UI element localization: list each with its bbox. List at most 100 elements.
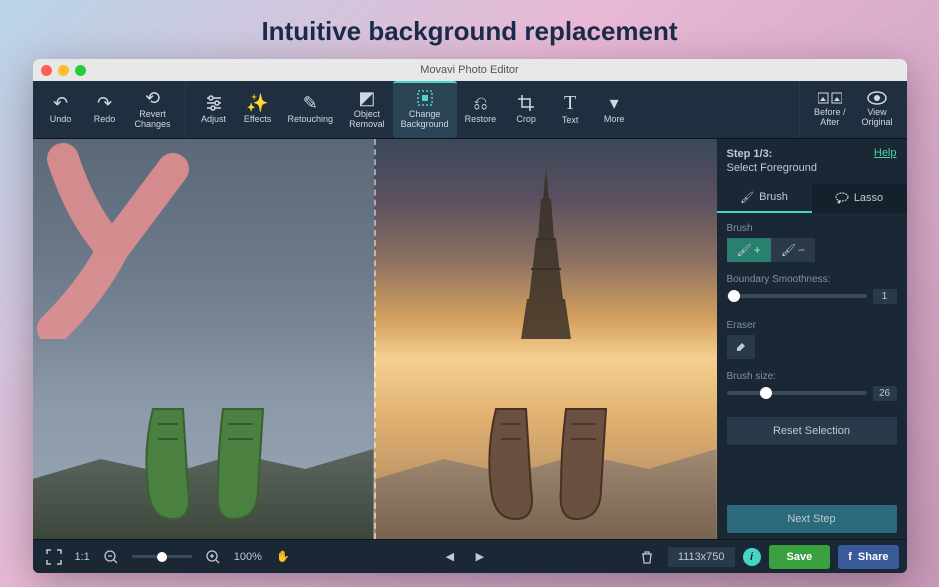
undo-icon: ↶	[53, 94, 68, 112]
crop-icon	[517, 94, 535, 112]
change-background-icon	[416, 89, 434, 107]
zoom-slider[interactable]	[132, 555, 192, 558]
zoom-out-button[interactable]	[98, 544, 124, 570]
canvas-right-after	[374, 139, 717, 539]
tool-tabs: 🖌 Brush Lasso	[717, 184, 907, 213]
redo-button[interactable]: ↷ Redo	[83, 81, 127, 138]
zoom-in-button[interactable]	[200, 544, 226, 570]
retouching-icon: ✎	[303, 94, 318, 112]
step-name: Select Foreground	[727, 162, 818, 174]
expand-icon	[46, 549, 62, 565]
before-after-icon	[818, 91, 842, 105]
help-link[interactable]: Help	[874, 147, 897, 159]
traffic-lights	[41, 65, 86, 76]
trash-icon	[640, 550, 654, 564]
retouching-button[interactable]: ✎ Retouching	[280, 81, 342, 138]
change-background-label: Change Background	[401, 110, 449, 130]
brush-subtract-button[interactable]: 🖌−	[771, 238, 815, 262]
retouching-label: Retouching	[288, 115, 334, 125]
brush-size-slider[interactable]	[727, 391, 867, 395]
share-button[interactable]: f Share	[838, 545, 898, 569]
dimensions-display: 1113x750	[668, 547, 735, 567]
view-original-button[interactable]: View Original	[853, 81, 900, 138]
object-removal-button[interactable]: ◩ Object Removal	[341, 81, 393, 138]
zoom-value: 100%	[234, 551, 262, 563]
zoom-out-icon	[104, 550, 118, 564]
crop-label: Crop	[516, 115, 536, 125]
zoom-in-icon	[206, 550, 220, 564]
canvas[interactable]	[33, 139, 717, 539]
tab-lasso[interactable]: Lasso	[812, 184, 907, 213]
change-background-button[interactable]: Change Background	[393, 81, 457, 138]
next-image-button[interactable]: ▶	[467, 544, 493, 570]
next-step-button[interactable]: Next Step	[727, 505, 897, 533]
smoothness-value: 1	[873, 289, 897, 304]
redo-label: Redo	[94, 115, 116, 125]
brush-stroke-mark	[33, 139, 213, 339]
boots-green	[113, 389, 293, 529]
text-label: Text	[562, 116, 579, 126]
maximize-icon[interactable]	[75, 65, 86, 76]
prev-image-button[interactable]: ◀	[437, 544, 463, 570]
revert-button[interactable]: ⟲ Revert Changes	[127, 81, 179, 138]
toolbar: ↶ Undo ↷ Redo ⟲ Revert Changes Adjust ✨ …	[33, 81, 907, 139]
content-area: Step 1/3: Select Foreground Help 🖌 Brush…	[33, 139, 907, 539]
eraser-button[interactable]	[727, 335, 755, 359]
promo-title: Intuitive background replacement	[0, 0, 939, 59]
minimize-icon[interactable]	[58, 65, 69, 76]
brush-icon: 🖌	[740, 191, 754, 204]
effects-label: Effects	[244, 115, 271, 125]
delete-button[interactable]	[634, 544, 660, 570]
eiffel-tower	[521, 169, 571, 339]
next-icon: ▶	[476, 550, 484, 563]
more-icon: ▾	[610, 94, 619, 112]
restore-icon: ⎌	[473, 94, 487, 112]
share-label: Share	[858, 551, 889, 563]
brush-add-button[interactable]: 🖌+	[727, 238, 771, 262]
reset-selection-button[interactable]: Reset Selection	[727, 417, 897, 445]
step-header: Step 1/3: Select Foreground Help	[717, 139, 907, 180]
restore-label: Restore	[465, 115, 497, 125]
info-button[interactable]: i	[743, 548, 761, 566]
more-button[interactable]: ▾ More	[592, 81, 636, 138]
tab-brush-label: Brush	[759, 191, 788, 203]
restore-button[interactable]: ⎌ Restore	[457, 81, 505, 138]
brush-size-label: Brush size:	[727, 371, 897, 382]
adjust-icon	[205, 94, 223, 112]
lasso-icon	[835, 192, 849, 204]
undo-button[interactable]: ↶ Undo	[39, 81, 83, 138]
before-after-button[interactable]: Before / After	[806, 81, 854, 138]
crop-button[interactable]: Crop	[504, 81, 548, 138]
eraser-icon	[734, 340, 748, 354]
side-panel: Step 1/3: Select Foreground Help 🖌 Brush…	[717, 139, 907, 539]
smoothness-slider[interactable]	[727, 294, 867, 298]
text-icon: T	[564, 93, 576, 113]
step-number: Step 1/3:	[727, 147, 818, 161]
object-removal-icon: ◩	[358, 89, 375, 107]
tab-brush[interactable]: 🖌 Brush	[717, 184, 812, 213]
save-button[interactable]: Save	[769, 545, 831, 569]
pan-button[interactable]: ✋	[270, 544, 296, 570]
redo-icon: ↷	[97, 94, 112, 112]
smoothness-label: Boundary Smoothness:	[727, 274, 897, 285]
window-title: Movavi Photo Editor	[420, 64, 518, 76]
brush-size-value: 26	[873, 386, 897, 401]
undo-label: Undo	[50, 115, 72, 125]
object-removal-label: Object Removal	[349, 110, 385, 130]
titlebar: Movavi Photo Editor	[33, 59, 907, 81]
ratio-label: 1:1	[75, 551, 90, 563]
app-window: Movavi Photo Editor ↶ Undo ↷ Redo ⟲ Reve…	[33, 59, 907, 573]
canvas-left-before	[33, 139, 374, 539]
eye-icon	[867, 91, 887, 105]
boots-brown	[456, 389, 636, 529]
adjust-button[interactable]: Adjust	[192, 81, 236, 138]
text-button[interactable]: T Text	[548, 81, 592, 138]
effects-button[interactable]: ✨ Effects	[236, 81, 280, 138]
close-icon[interactable]	[41, 65, 52, 76]
prev-icon: ◀	[446, 550, 454, 563]
facebook-icon: f	[848, 551, 852, 563]
adjust-label: Adjust	[201, 115, 226, 125]
revert-label: Revert Changes	[135, 110, 171, 130]
fit-screen-button[interactable]	[41, 544, 67, 570]
revert-icon: ⟲	[145, 89, 160, 107]
